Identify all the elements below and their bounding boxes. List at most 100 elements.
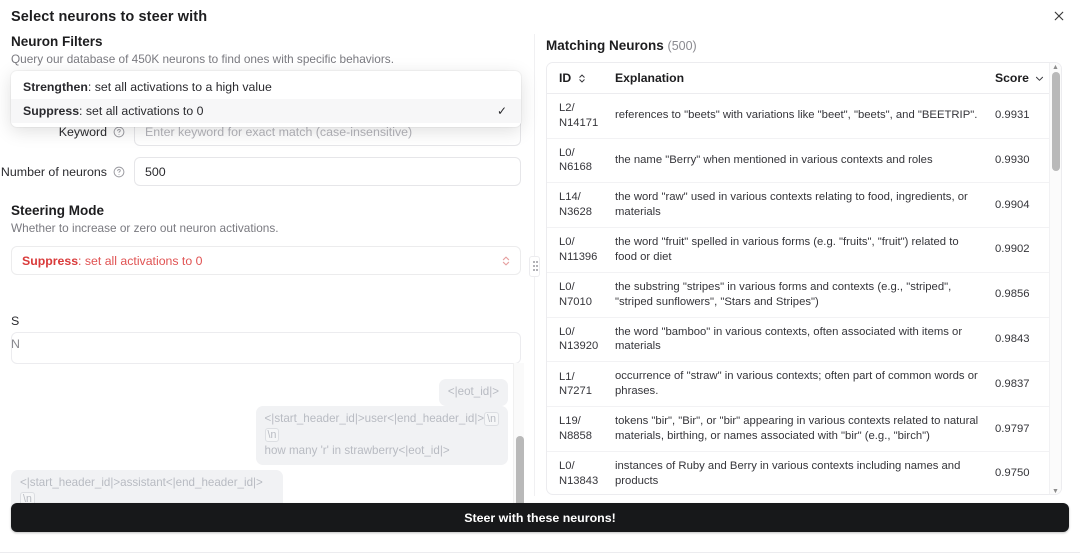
id-line2: N7010	[559, 296, 592, 308]
cell-id: L1/N7271	[547, 362, 603, 407]
id-line1: L19/	[559, 415, 581, 427]
id-line2: N13843	[559, 475, 598, 487]
matching-neurons-heading: Matching Neurons (500)	[546, 38, 1062, 53]
help-circle-icon[interactable]	[113, 166, 125, 178]
matching-neurons-count: (500)	[668, 39, 697, 53]
id-line2: N3628	[559, 206, 592, 218]
id-line1: L0/	[559, 460, 575, 472]
page-title: Select neurons to steer with	[11, 9, 207, 25]
handle-dot	[536, 261, 538, 263]
column-header-id-label: ID	[559, 71, 571, 85]
help-circle-icon[interactable]	[113, 126, 125, 138]
handle-dot	[536, 265, 538, 267]
chat-bubble-eot: <|eot_id|>	[439, 379, 508, 406]
handle-dot	[533, 261, 535, 263]
table-row[interactable]: L14/N3628 the word "raw" used in various…	[547, 183, 1061, 228]
table-row[interactable]: L0/N11396 the word "fruit" spelled in va…	[547, 227, 1061, 272]
scroll-up-arrow-icon[interactable]: ▲	[1051, 64, 1060, 71]
chevrons-glyph	[501, 254, 511, 267]
cell-explanation: the word "fruit" spelled in various form…	[603, 227, 989, 272]
id-line1: L0/	[559, 236, 575, 248]
chat-message-row: <|start_header_id|>user<|end_header_id|>…	[256, 406, 508, 465]
id-line1: L2/	[559, 102, 575, 114]
column-header-score-label: Score	[995, 71, 1029, 85]
chevron-down-icon	[1035, 74, 1044, 83]
cell-id: L2/N14171	[547, 94, 603, 139]
cell-explanation: the word "raw" used in various contexts …	[603, 183, 989, 228]
table-row[interactable]: L0/N6168 the name "Berry" when mentioned…	[547, 138, 1061, 183]
cell-id: L0/N13920	[547, 317, 603, 362]
ghost-input-panel	[11, 332, 521, 364]
chevrons-up-down-icon	[578, 73, 586, 84]
cell-explanation: the name "Berry" when mentioned in vario…	[603, 138, 989, 183]
neuron-filters-heading: Neuron Filters	[11, 34, 532, 49]
table-scrollbar-thumb[interactable]	[1052, 72, 1060, 171]
chevron-down-glyph	[1035, 74, 1044, 83]
cell-id: L0/N7010	[547, 272, 603, 317]
steering-mode-selected-bold: Suppress	[22, 254, 78, 268]
close-glyph	[1054, 10, 1064, 22]
table-scrollbar[interactable]: ▲ ▼	[1049, 63, 1061, 495]
id-line1: L1/	[559, 371, 575, 383]
option-bold: Suppress	[23, 104, 79, 118]
steering-mode-heading: Steering Mode	[11, 203, 532, 218]
cell-explanation: tokens "bir", "Bir", or "bir" appearing …	[603, 407, 989, 452]
help-glyph	[113, 126, 125, 138]
cell-explanation: the substring "stripes" in various forms…	[603, 272, 989, 317]
option-bold: Strengthen	[23, 80, 88, 94]
cell-id: L0/N11396	[547, 227, 603, 272]
matching-neurons-title: Matching Neurons	[546, 38, 664, 53]
cell-explanation: occurrence of "straw" in various context…	[603, 362, 989, 407]
steering-mode-subtitle: Whether to increase or zero out neuron a…	[11, 221, 532, 235]
close-icon[interactable]	[1048, 5, 1070, 27]
id-line2: N7271	[559, 385, 592, 397]
column-header-explanation[interactable]: Explanation	[603, 63, 989, 94]
filters-panel: Neuron Filters Query our database of 450…	[0, 34, 532, 496]
panel-resize-handle[interactable]	[529, 256, 540, 277]
table-row[interactable]: L0/N13920 the word "bamboo" in various c…	[547, 317, 1061, 362]
steering-mode-select[interactable]: Suppress: set all activations to 0	[11, 246, 521, 275]
cell-id: L14/N3628	[547, 183, 603, 228]
option-rest: : set all activations to a high value	[88, 80, 272, 94]
table-row[interactable]: L2/N14171 references to "beets" with var…	[547, 94, 1061, 139]
chat-text: <|start_header_id|>assistant<|end_header…	[20, 476, 263, 489]
number-of-neurons-label-wrap: Number of neurons	[11, 165, 134, 179]
modal-dialog: Select neurons to steer with Neuron Filt…	[0, 0, 1080, 553]
scroll-down-arrow-icon[interactable]: ▼	[1051, 488, 1060, 495]
steering-mode-dropdown-menu: Strengthen: set all activations to a hig…	[11, 71, 521, 127]
neurons-table-card: ID Explanation Sco	[546, 62, 1062, 495]
chat-preview-panel: <|eot_id|> <|start_header_id|>user<|end_…	[0, 327, 532, 530]
matching-neurons-panel: Matching Neurons (500) ID	[546, 38, 1062, 495]
table-row[interactable]: L0/N13843 instances of Ruby and Berry in…	[547, 452, 1061, 496]
table-row[interactable]: L1/N7271 occurrence of "straw" in variou…	[547, 362, 1061, 407]
handle-dot	[533, 265, 535, 267]
table-row[interactable]: L19/N8858 tokens "bir", "Bir", or "bir" …	[547, 407, 1061, 452]
id-line1: L0/	[559, 326, 575, 338]
table-body: L2/N14171 references to "beets" with var…	[547, 94, 1061, 496]
chat-text: <|eot_id|>	[448, 385, 499, 398]
chat-message-row: <|eot_id|>	[439, 379, 508, 406]
table-header: ID Explanation Sco	[547, 63, 1061, 94]
steering-mode-option-suppress[interactable]: Suppress: set all activations to 0 ✓	[11, 99, 521, 123]
number-of-neurons-label: Number of neurons	[1, 165, 107, 179]
steer-with-these-neurons-button[interactable]: Steer with these neurons!	[11, 503, 1069, 532]
id-line2: N13920	[559, 340, 598, 352]
id-line1: L0/	[559, 281, 575, 293]
sort-glyph	[578, 73, 586, 84]
column-header-id[interactable]: ID	[547, 63, 603, 94]
table-row[interactable]: L0/N7010 the substring "stripes" in vari…	[547, 272, 1061, 317]
option-rest: : set all activations to 0	[79, 104, 203, 118]
cell-id: L0/N13843	[547, 452, 603, 496]
number-of-neurons-input[interactable]	[134, 157, 521, 186]
id-line1: L0/	[559, 147, 575, 159]
steering-mode-option-strengthen[interactable]: Strengthen: set all activations to a hig…	[11, 75, 521, 99]
chat-text: <|start_header_id|>user<|end_header_id|>	[265, 412, 485, 425]
steering-mode-selected-rest: : set all activations to 0	[78, 254, 202, 268]
table-header-row: ID Explanation Sco	[547, 63, 1061, 94]
id-line2: N6168	[559, 161, 592, 173]
id-line2: N11396	[559, 251, 597, 263]
cell-id: L0/N6168	[547, 138, 603, 183]
cell-explanation: references to "beets" with variations li…	[603, 94, 989, 139]
help-glyph	[113, 166, 125, 178]
obscured-label-secondary: N	[11, 337, 20, 351]
